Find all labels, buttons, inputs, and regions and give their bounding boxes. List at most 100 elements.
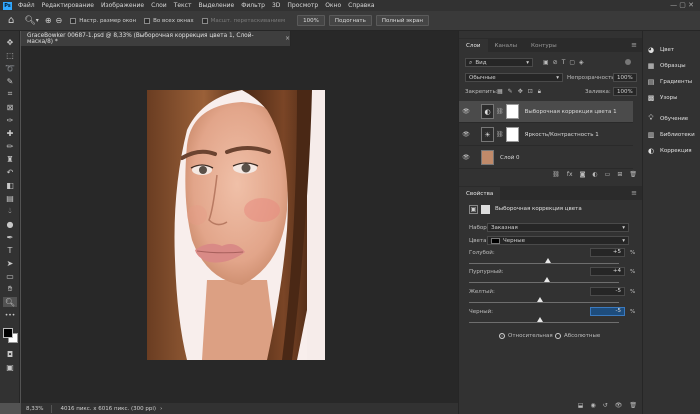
- document-tab[interactable]: GraceBowker 00687-1.psd @ 8,33% (Выбороч…: [21, 31, 291, 46]
- quick-mask-icon[interactable]: ◘: [3, 349, 17, 359]
- chevron-right-icon[interactable]: ›: [160, 406, 162, 412]
- zoom-100-button[interactable]: 100%: [297, 15, 325, 26]
- history-brush-tool-icon[interactable]: ↶: [3, 167, 17, 177]
- panel-menu-icon[interactable]: ≡: [631, 189, 637, 197]
- menu-type[interactable]: Текст: [174, 2, 192, 9]
- visibility-eye-icon[interactable]: 👁︎: [459, 108, 473, 115]
- slider-track[interactable]: [469, 282, 619, 283]
- menu-image[interactable]: Изображение: [101, 2, 144, 9]
- slider-knob[interactable]: [544, 277, 550, 282]
- reset-icon[interactable]: ↺: [603, 402, 608, 412]
- visibility-eye-icon[interactable]: 👁︎: [459, 131, 473, 138]
- eyedropper-tool-icon[interactable]: ✑: [3, 115, 17, 125]
- radio-relative[interactable]: Относительная: [499, 333, 553, 339]
- slider-knob[interactable]: [537, 317, 544, 322]
- slider-value-field[interactable]: -5: [590, 307, 625, 316]
- layer-name[interactable]: Выборочная коррекция цвета 1: [525, 109, 617, 115]
- chevron-down-icon[interactable]: ▾: [36, 17, 39, 24]
- image-canvas[interactable]: [147, 90, 325, 360]
- blur-tool-icon[interactable]: 💧︎: [3, 206, 17, 216]
- window-controls[interactable]: — ▢ ✕: [670, 1, 694, 9]
- slider-track[interactable]: [469, 302, 619, 303]
- link-layers-icon[interactable]: ⛓︎: [552, 171, 560, 181]
- fit-screen-button[interactable]: Подогнать: [328, 15, 372, 26]
- full-screen-button[interactable]: Полный экран: [375, 15, 429, 26]
- menu-window[interactable]: Окно: [325, 2, 341, 9]
- layer-row-brightness-contrast[interactable]: 👁︎ ☀ ⛓︎ Яркость/Контрастность 1: [459, 124, 633, 146]
- colors-select[interactable]: Черные ▾: [487, 236, 629, 245]
- layer-name[interactable]: Слой 0: [500, 155, 520, 161]
- layer-filter-select[interactable]: ⌕ Вид ▾: [465, 58, 533, 67]
- slider-track[interactable]: [469, 263, 619, 264]
- layer-style-icon[interactable]: fx: [567, 171, 573, 181]
- menu-file[interactable]: Файл: [18, 2, 35, 9]
- radio-button[interactable]: [555, 333, 561, 339]
- zoom-tool-icon[interactable]: 🔍︎: [24, 16, 35, 26]
- new-layer-icon[interactable]: ⊞: [617, 171, 622, 181]
- delete-icon[interactable]: 🗑︎: [629, 402, 637, 412]
- dodge-tool-icon[interactable]: ●: [3, 219, 17, 229]
- eraser-tool-icon[interactable]: ◧: [3, 180, 17, 190]
- menu-layers[interactable]: Слои: [151, 2, 167, 9]
- radio-absolute[interactable]: Абсолютные: [555, 333, 600, 339]
- frame-tool-icon[interactable]: ⊠: [3, 102, 17, 112]
- menu-help[interactable]: Справка: [348, 2, 374, 9]
- slider-value-field[interactable]: -5: [590, 287, 625, 296]
- edit-toolbar-icon[interactable]: •••: [3, 310, 17, 320]
- hand-tool-icon[interactable]: ✋︎: [3, 284, 17, 294]
- move-tool-icon[interactable]: ✥: [3, 37, 17, 47]
- menu-filter[interactable]: Фильтр: [241, 2, 265, 9]
- close-tab-icon[interactable]: ×: [285, 36, 290, 42]
- blend-mode-select[interactable]: Обычные ▾: [465, 73, 563, 82]
- panel-libraries[interactable]: ▥ Библиотеки: [646, 129, 695, 140]
- menu-view[interactable]: Просмотр: [287, 2, 318, 9]
- panel-learn[interactable]: 💡︎ Обучение: [646, 113, 689, 124]
- marquee-tool-icon[interactable]: ⬚: [3, 50, 17, 60]
- layer-row-selective-color[interactable]: 👁︎ ◐ ⛓︎ Выборочная коррекция цвета 1: [459, 101, 633, 123]
- panel-adjustments[interactable]: ◐ Коррекция: [646, 145, 692, 156]
- delete-layer-icon[interactable]: 🗑︎: [629, 171, 637, 181]
- add-mask-icon[interactable]: ◙: [580, 171, 586, 181]
- slider-track[interactable]: [469, 322, 619, 323]
- panel-gradients[interactable]: ▤ Градиенты: [646, 76, 692, 87]
- quick-select-tool-icon[interactable]: ✎: [3, 76, 17, 86]
- panel-color[interactable]: ◕ Цвет: [646, 44, 674, 55]
- slider-value-field[interactable]: +5: [590, 248, 625, 257]
- panel-swatches[interactable]: ▦ Образцы: [646, 60, 686, 71]
- panel-patterns[interactable]: ▩ Узоры: [646, 92, 678, 103]
- clip-to-layer-icon[interactable]: ⬓: [578, 402, 584, 412]
- all-windows-checkbox[interactable]: Во всех окнах: [144, 17, 194, 24]
- layer-mask-thumbnail[interactable]: [505, 127, 519, 142]
- document-info[interactable]: 4016 пикс. x 6016 пикс. (300 ppi): [60, 406, 156, 412]
- view-previous-icon[interactable]: ◉: [590, 402, 595, 412]
- preset-select[interactable]: Заказная ▾: [487, 223, 629, 232]
- menu-3d[interactable]: 3D: [272, 2, 280, 9]
- gradient-tool-icon[interactable]: ▤: [3, 193, 17, 203]
- crop-tool-icon[interactable]: ⌗: [3, 89, 17, 99]
- zoom-tool-icon[interactable]: 🔍︎: [3, 297, 17, 307]
- type-tool-icon[interactable]: T: [3, 245, 17, 255]
- visibility-eye-icon[interactable]: 👁︎: [459, 154, 473, 161]
- layer-mask-thumbnail[interactable]: [505, 104, 519, 119]
- tab-properties[interactable]: Свойства: [459, 187, 501, 200]
- pen-tool-icon[interactable]: ✒: [3, 232, 17, 242]
- scrubby-zoom-checkbox[interactable]: Масшт. перетаскиванием: [201, 17, 285, 24]
- tab-layers[interactable]: Слои: [459, 39, 488, 52]
- menu-edit[interactable]: Редактирование: [42, 2, 94, 9]
- slider-value-field[interactable]: +4: [590, 267, 625, 276]
- brush-tool-icon[interactable]: ✏: [3, 141, 17, 151]
- shape-tool-icon[interactable]: ▭: [3, 271, 17, 281]
- fill-field[interactable]: 100%: [613, 87, 637, 96]
- slider-knob[interactable]: [537, 297, 544, 302]
- path-select-tool-icon[interactable]: ➤: [3, 258, 17, 268]
- healing-brush-tool-icon[interactable]: ✚: [3, 128, 17, 138]
- tab-paths[interactable]: Контуры: [524, 39, 564, 52]
- layer-filter-icons[interactable]: ▣⊘T▢◈: [543, 59, 588, 66]
- home-icon[interactable]: ⌂: [8, 15, 14, 26]
- resize-windows-checkbox[interactable]: Настр. размер окон: [70, 17, 136, 24]
- panel-menu-icon[interactable]: ≡: [631, 41, 637, 49]
- radio-button-selected[interactable]: [499, 333, 505, 339]
- layer-row-layer-0[interactable]: 👁︎ Слой 0: [459, 147, 633, 169]
- visibility-eye-icon[interactable]: 👁︎: [615, 402, 623, 412]
- clone-stamp-tool-icon[interactable]: ♜: [3, 154, 17, 164]
